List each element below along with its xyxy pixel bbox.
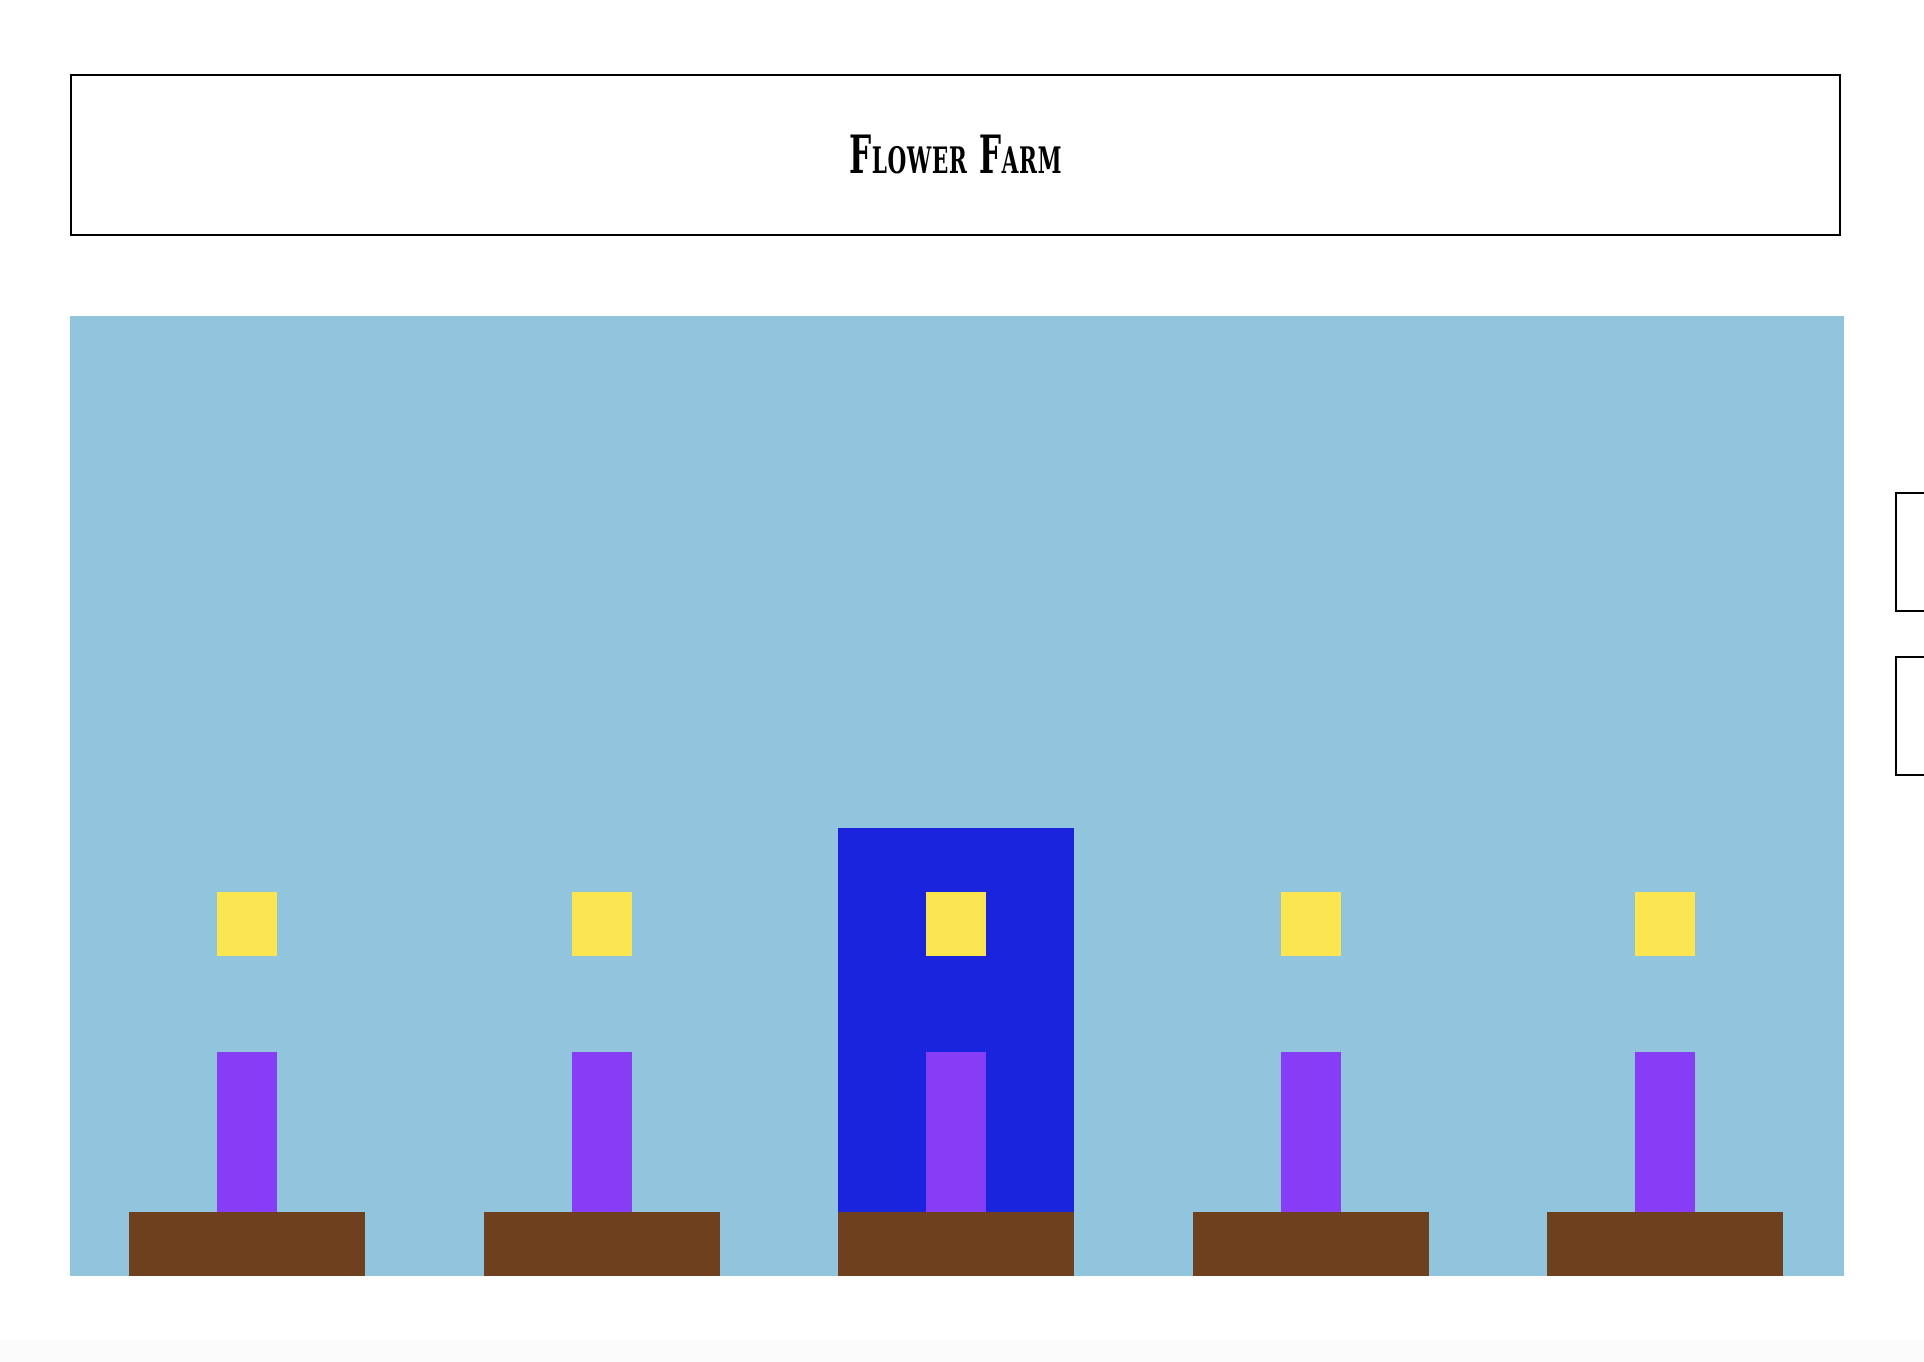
bottom-strip (0, 1340, 1924, 1362)
flower-stem (926, 1052, 986, 1212)
game-canvas[interactable] (70, 316, 1844, 1276)
flower-head (1281, 892, 1341, 956)
soil-block (1547, 1212, 1783, 1276)
flower-plot[interactable] (838, 316, 1074, 1276)
page-title: Flower Farm (848, 124, 1063, 186)
flower-plot[interactable] (1547, 316, 1783, 1276)
flower-head (217, 892, 277, 956)
flower-head (572, 892, 632, 956)
flower-stem (217, 1052, 277, 1212)
flower-plot[interactable] (484, 316, 720, 1276)
soil-block (484, 1212, 720, 1276)
flower-head (1635, 892, 1695, 956)
flower-stem (572, 1052, 632, 1212)
side-button-2[interactable] (1895, 656, 1924, 776)
title-banner: Flower Farm (70, 74, 1841, 236)
flower-stem (1635, 1052, 1695, 1212)
side-button-1[interactable] (1895, 492, 1924, 612)
soil-block (129, 1212, 365, 1276)
flower-head (926, 892, 986, 956)
soil-block (1193, 1212, 1429, 1276)
flower-plot[interactable] (1193, 316, 1429, 1276)
soil-block (838, 1212, 1074, 1276)
flower-plot[interactable] (129, 316, 365, 1276)
flower-stem (1281, 1052, 1341, 1212)
